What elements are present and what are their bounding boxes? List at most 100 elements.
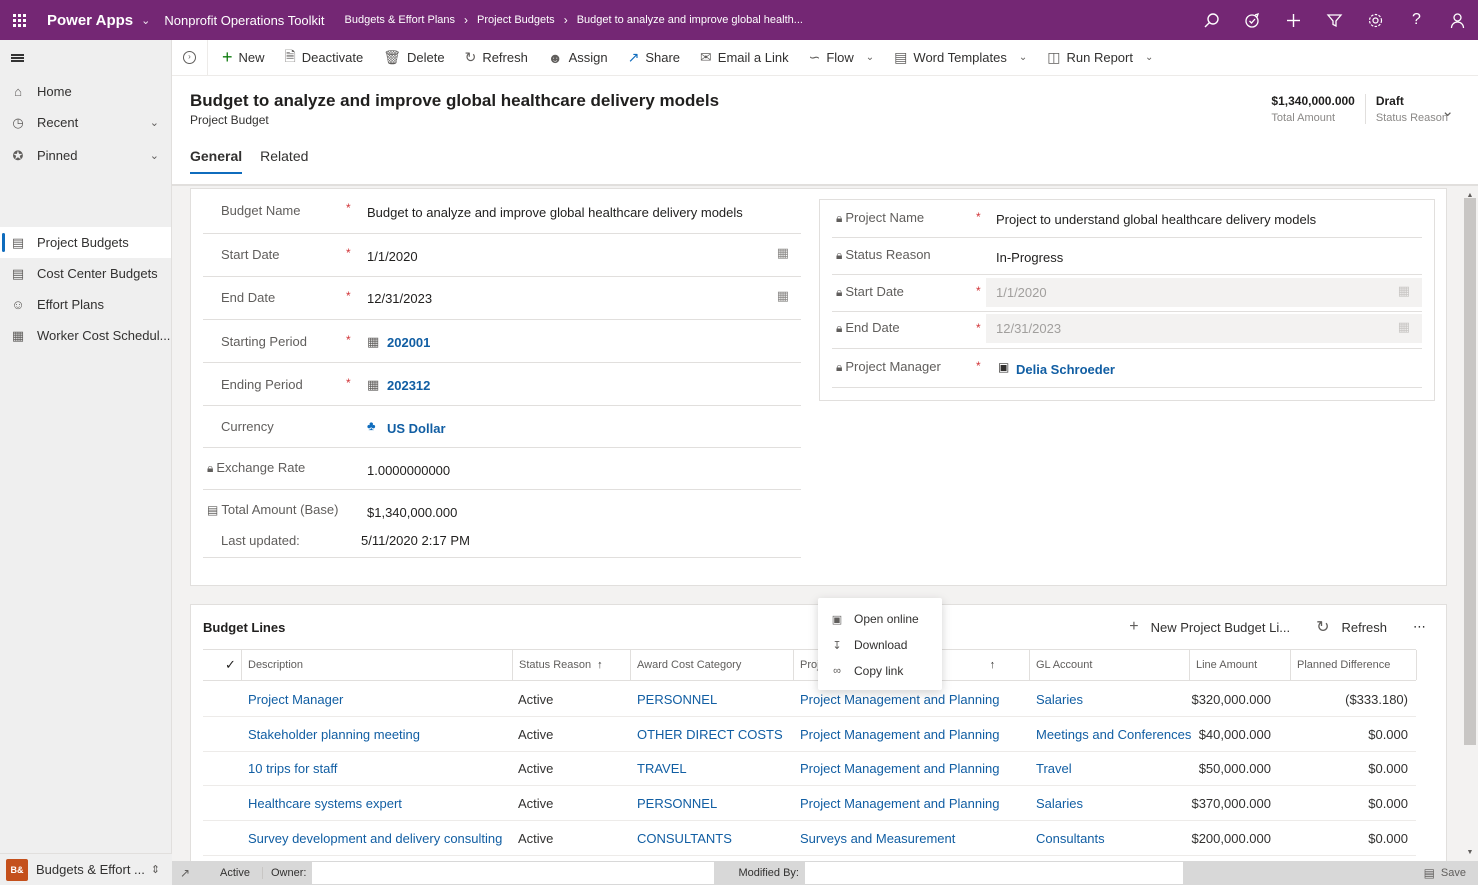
description-link[interactable]: Stakeholder planning meeting bbox=[248, 727, 420, 742]
search-icon[interactable] bbox=[1191, 0, 1232, 40]
calendar-icon[interactable]: ▦ bbox=[777, 245, 789, 261]
sidebar-item-worker-cost-schedules[interactable]: ▦ Worker Cost Schedul... bbox=[0, 320, 171, 351]
end-date-input[interactable]: 12/31/2023 bbox=[367, 291, 432, 306]
column-header-gl-account[interactable]: GL Account bbox=[1029, 650, 1189, 680]
gl-account-link[interactable]: Salaries bbox=[1036, 692, 1083, 707]
planned-difference-cell: $0.000 bbox=[1368, 726, 1408, 742]
chevron-down-icon[interactable]: ⌄ bbox=[150, 149, 159, 162]
new-budget-line-button[interactable]: + New Project Budget Li... bbox=[1129, 618, 1290, 636]
award-cost-category-link[interactable]: TRAVEL bbox=[637, 761, 687, 776]
expand-header-button[interactable]: ⌄ bbox=[1441, 102, 1454, 120]
deactivate-button[interactable]: 🗎 Deactivate bbox=[275, 40, 374, 76]
modified-by-field[interactable] bbox=[804, 862, 1183, 884]
column-header-line-amount[interactable]: Line Amount bbox=[1189, 650, 1290, 680]
flow-button[interactable]: ∽ Flow ⌄ bbox=[799, 40, 885, 76]
open-in-new-window-icon[interactable]: ↗ bbox=[172, 866, 198, 880]
award-cost-category-link[interactable]: OTHER DIRECT COSTS bbox=[637, 727, 783, 742]
gl-account-link[interactable]: Travel bbox=[1036, 761, 1072, 776]
award-cost-category-link[interactable]: CONSULTANTS bbox=[637, 831, 732, 846]
more-commands-button[interactable]: ⋯ bbox=[1413, 619, 1426, 635]
plus-icon: + bbox=[1129, 618, 1139, 635]
calendar-icon[interactable]: ▦ bbox=[777, 288, 789, 304]
ending-period-link[interactable]: 202312 bbox=[387, 378, 430, 393]
description-link[interactable]: Survey development and delivery consulti… bbox=[248, 831, 502, 846]
start-date-input[interactable]: 1/1/2020 bbox=[367, 249, 418, 264]
starting-period-link[interactable]: 202001 bbox=[387, 335, 430, 350]
table-row[interactable]: Survey development and delivery consulti… bbox=[203, 821, 1416, 856]
project-manager-link[interactable]: Delia Schroeder bbox=[1016, 362, 1115, 377]
description-link[interactable]: Healthcare systems expert bbox=[248, 796, 402, 811]
email-link-button[interactable]: ✉ Email a Link bbox=[690, 40, 799, 76]
area-switcher[interactable]: B& Budgets & Effort ... ⇕ bbox=[0, 853, 172, 885]
calculator-icon: ▤ bbox=[207, 503, 219, 517]
currency-link[interactable]: US Dollar bbox=[387, 421, 446, 436]
column-header-status-reason[interactable]: Status Reason ↑ bbox=[512, 650, 630, 680]
project-task-link[interactable]: Project Management and Planning bbox=[800, 761, 999, 776]
sidebar-item-cost-center-budgets[interactable]: ▤ Cost Center Budgets bbox=[0, 258, 171, 289]
gl-account-link[interactable]: Meetings and Conferences bbox=[1036, 727, 1191, 742]
save-button[interactable]: ▤ Save bbox=[1424, 866, 1466, 880]
help-icon[interactable]: ? bbox=[1396, 0, 1437, 40]
description-link[interactable]: Project Manager bbox=[248, 692, 343, 707]
sort-ascending-icon: ↑ bbox=[989, 659, 996, 671]
project-task-link[interactable]: Project Management and Planning bbox=[800, 796, 999, 811]
app-launcher-button[interactable] bbox=[0, 0, 36, 40]
sidebar-item-project-budgets[interactable]: ▤ Project Budgets bbox=[0, 227, 171, 258]
column-header-award-cost-category[interactable]: Award Cost Category bbox=[630, 650, 793, 680]
breadcrumb-item-area[interactable]: Budgets & Effort Plans bbox=[345, 14, 455, 26]
project-task-link[interactable]: Project Management and Planning bbox=[800, 727, 999, 742]
assign-button[interactable]: ☻ Assign bbox=[538, 40, 618, 76]
table-row[interactable]: Healthcare systems expert Active PERSONNEL… bbox=[203, 786, 1416, 822]
filter-icon[interactable] bbox=[1314, 0, 1355, 40]
column-header-planned-difference[interactable]: Planned Difference bbox=[1290, 650, 1417, 680]
run-report-button[interactable]: ◫ Run Report ⌄ bbox=[1037, 40, 1163, 76]
gl-account-link[interactable]: Salaries bbox=[1036, 796, 1083, 811]
user-icon[interactable] bbox=[1437, 0, 1478, 40]
subgrid-refresh-button[interactable]: ↻ Refresh bbox=[1316, 617, 1387, 637]
owner-field[interactable] bbox=[312, 862, 715, 884]
table-row[interactable]: 10 trips for staff Active TRAVEL Project Ma… bbox=[203, 751, 1416, 787]
gl-account-link[interactable]: Consultants bbox=[1036, 831, 1105, 846]
project-task-link[interactable]: Project Management and Planning bbox=[800, 692, 999, 707]
table-row[interactable]: Project Manager Active PERSONNEL Project Ma… bbox=[203, 682, 1416, 717]
refresh-button[interactable]: ↻ Refresh bbox=[455, 40, 538, 76]
environment-name[interactable]: Nonprofit Operations Toolkit bbox=[164, 13, 324, 28]
project-end-date-value: 12/31/2023 bbox=[996, 321, 1062, 336]
breadcrumb-item-entity[interactable]: Project Budgets bbox=[477, 14, 555, 26]
assign-label: Assign bbox=[568, 50, 608, 65]
expand-button[interactable]: › bbox=[172, 39, 208, 76]
hamburger-menu-button[interactable] bbox=[0, 40, 171, 76]
menu-item-copy-link[interactable]: ∞ Copy link bbox=[818, 658, 942, 684]
tab-related[interactable]: Related bbox=[260, 148, 308, 174]
word-templates-button[interactable]: ▤ Word Templates ⌄ bbox=[884, 40, 1037, 76]
settings-icon[interactable] bbox=[1355, 0, 1396, 40]
menu-item-download[interactable]: ↧ Download bbox=[818, 632, 942, 658]
sidebar-item-recent[interactable]: ◷ Recent ⌄ bbox=[0, 107, 171, 138]
field-label: 🔒︎ Start Date bbox=[836, 284, 904, 299]
award-cost-category-link[interactable]: PERSONNEL bbox=[637, 796, 717, 811]
plus-icon[interactable] bbox=[1273, 0, 1314, 40]
share-button[interactable]: ↗ Share bbox=[618, 40, 690, 76]
new-button[interactable]: + New bbox=[212, 40, 275, 76]
award-cost-category-link[interactable]: PERSONNEL bbox=[637, 692, 717, 707]
sidebar-item-effort-plans[interactable]: ☺ Effort Plans bbox=[0, 289, 171, 320]
app-name[interactable]: Power Apps bbox=[47, 12, 133, 29]
scroll-down-icon[interactable]: ▼ bbox=[1462, 847, 1478, 859]
sidebar-item-home[interactable]: ⌂ Home bbox=[0, 76, 171, 107]
budget-name-input[interactable]: Budget to analyze and improve global hea… bbox=[367, 205, 743, 220]
scrollbar-thumb[interactable] bbox=[1464, 198, 1476, 745]
select-all-checkbox[interactable]: ✓ bbox=[225, 657, 236, 673]
period-icon: ▦ bbox=[367, 334, 380, 349]
task-flow-icon[interactable] bbox=[1232, 0, 1273, 40]
description-link[interactable]: 10 trips for staff bbox=[248, 761, 337, 776]
menu-item-open-online[interactable]: ▣ Open online bbox=[818, 606, 942, 632]
column-header-description[interactable]: Description bbox=[241, 650, 513, 680]
project-task-link[interactable]: Surveys and Measurement bbox=[800, 831, 955, 846]
sidebar-item-pinned[interactable]: ✪ Pinned ⌄ bbox=[0, 140, 171, 171]
table-row[interactable]: Stakeholder planning meeting Active OTHER … bbox=[203, 717, 1416, 752]
chevron-down-icon[interactable]: ⌄ bbox=[150, 116, 159, 129]
chevron-down-icon[interactable]: ⌄ bbox=[141, 14, 150, 27]
form-scrollbar[interactable]: ▲ ▼ bbox=[1462, 186, 1478, 861]
tab-general[interactable]: General bbox=[190, 148, 243, 174]
delete-button[interactable]: 🗑 Delete bbox=[373, 40, 454, 76]
